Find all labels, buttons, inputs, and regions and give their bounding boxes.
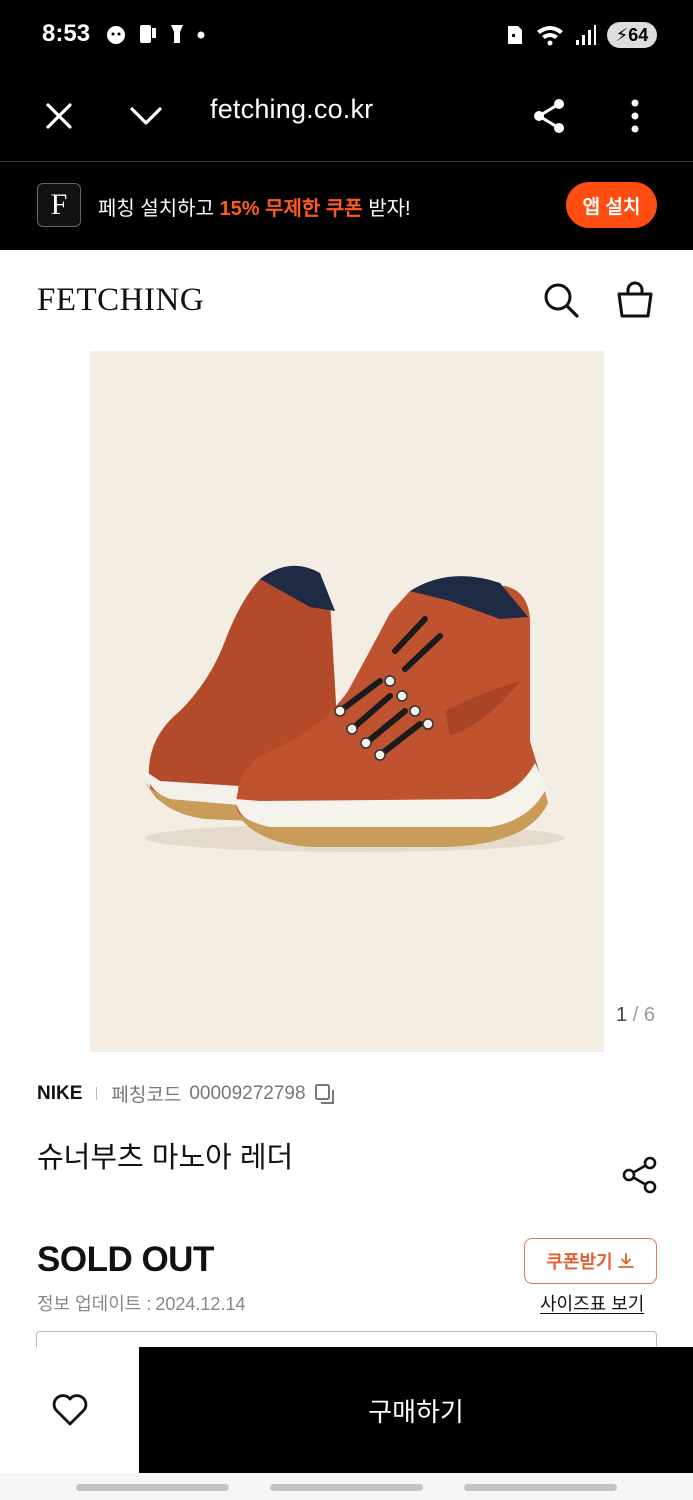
battery-indicator: ⚡ 64: [607, 22, 657, 48]
pager-separator: /: [632, 1004, 639, 1026]
boot-image: [145, 565, 565, 852]
status-time: 8:53: [42, 20, 91, 47]
status-right-icons: ⚡ 64: [505, 22, 657, 48]
download-icon: [617, 1253, 634, 1268]
dot-icon: [197, 31, 205, 39]
promo-text-before: 페칭 설치하고: [98, 198, 220, 220]
shopping-bag-icon[interactable]: [615, 280, 655, 320]
browser-share-button[interactable]: [523, 90, 575, 142]
pager-current: 1: [616, 1004, 628, 1026]
browser-toolbar: fetching.co.kr: [0, 72, 693, 162]
coupon-label: 쿠폰받기: [546, 1252, 613, 1272]
face-notification-icon: [107, 26, 125, 44]
flashlight-icon: [171, 25, 183, 43]
signal-icon: [576, 25, 596, 45]
install-app-button[interactable]: 앱 설치: [566, 182, 657, 228]
status-left-icons: [104, 22, 208, 46]
site-logo[interactable]: FETCHING: [37, 282, 204, 319]
close-icon: [46, 103, 72, 129]
battery-level: 64: [628, 24, 649, 45]
promo-text-after: 받자!: [362, 198, 411, 220]
system-navigation-bar: [0, 1473, 693, 1500]
stock-status: SOLD OUT: [37, 1240, 214, 1279]
close-button[interactable]: [33, 90, 85, 142]
updated-label: 정보 업데이트 :: [37, 1294, 152, 1314]
product-meta: NIKE 페칭코드 00009272798: [37, 1080, 336, 1107]
share-icon: [534, 99, 564, 133]
get-coupon-button[interactable]: 쿠폰받기: [524, 1238, 657, 1284]
product-image[interactable]: [90, 351, 604, 1052]
size-chart-link[interactable]: 사이즈표 보기: [540, 1290, 644, 1316]
wishlist-button[interactable]: [0, 1347, 139, 1473]
nav-pill-left: [76, 1484, 229, 1491]
nav-pill-center[interactable]: [270, 1484, 423, 1491]
product-code-value: 00009272798: [189, 1082, 306, 1104]
battery-bolt-icon: ⚡: [615, 24, 629, 45]
pager-total: 6: [643, 1004, 655, 1026]
promo-text-highlight: 15% 무제한 쿠폰: [219, 198, 363, 220]
nav-pill-right: [464, 1484, 617, 1491]
updated-date: 2024.12.14: [155, 1294, 246, 1314]
more-options-button[interactable]: [609, 90, 661, 142]
meta-divider: [96, 1087, 98, 1100]
collapse-button[interactable]: [120, 90, 172, 142]
image-pager: 1 / 6: [616, 1004, 655, 1027]
status-bar: 8:53 ⚡ 64: [0, 0, 693, 72]
product-code-label: 페칭코드: [111, 1085, 182, 1106]
bottom-action-bar: 구매하기: [0, 1347, 693, 1473]
copy-icon[interactable]: [314, 1083, 336, 1105]
sim-icon: [508, 26, 522, 44]
product-title: 슈너부츠 마노아 레더: [37, 1142, 294, 1174]
app-promo-banner: F 페칭 설치하고 15% 무제한 쿠폰 받자! 앱 설치: [0, 162, 693, 250]
info-updated: 정보 업데이트 :2024.12.14: [37, 1290, 245, 1316]
more-vertical-icon: [631, 99, 639, 133]
phone-notification-icon: [140, 25, 156, 43]
chevron-down-icon: [130, 107, 162, 125]
site-header: FETCHING: [0, 250, 693, 350]
url-display[interactable]: fetching.co.kr: [210, 94, 373, 125]
product-share-icon[interactable]: [620, 1155, 660, 1195]
search-icon[interactable]: [541, 280, 581, 320]
brand-name[interactable]: NIKE: [37, 1083, 82, 1105]
heart-icon: [52, 1394, 87, 1426]
promo-text: 페칭 설치하고 15% 무제한 쿠폰 받자!: [98, 192, 411, 221]
app-logo: F: [37, 183, 81, 227]
buy-button[interactable]: 구매하기: [139, 1347, 693, 1473]
wifi-icon: [537, 26, 563, 46]
